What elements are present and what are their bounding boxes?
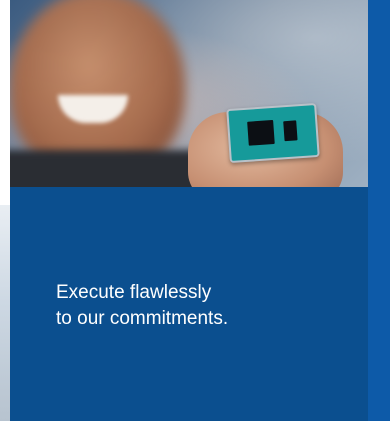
- chip-die-small: [283, 120, 298, 142]
- card-statement-line-2: to our commitments.: [56, 308, 229, 329]
- chip-die-large: [247, 119, 275, 146]
- background-photo-edge: [0, 205, 10, 421]
- card-statement-line-1: Execute flawlessly: [56, 282, 212, 303]
- processor-chip: [226, 102, 320, 164]
- card-statement: Execute flawlessly to our commitments.: [56, 280, 356, 332]
- background-accent-strip: [368, 0, 390, 421]
- card-photo: [10, 0, 368, 187]
